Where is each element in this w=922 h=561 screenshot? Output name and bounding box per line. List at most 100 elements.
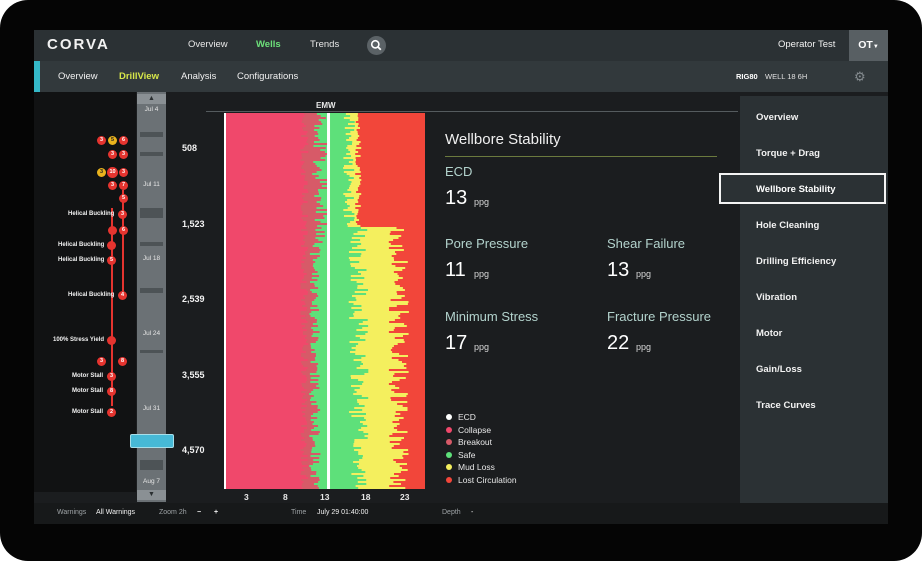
event-badge[interactable]: 7 bbox=[119, 181, 128, 190]
event-label: Helical Buckling bbox=[68, 292, 115, 298]
subnav-drillview[interactable]: DrillView bbox=[119, 71, 159, 82]
legend-swatch bbox=[446, 439, 452, 445]
subnav-overview[interactable]: Overview bbox=[58, 71, 98, 82]
menu-wellbore-stability[interactable]: Wellbore Stability bbox=[719, 173, 886, 204]
event-badge[interactable]: 5 bbox=[107, 256, 116, 265]
x-tick-label: 3 bbox=[244, 492, 249, 502]
warnings-filter[interactable]: All Warnings bbox=[96, 509, 135, 516]
user-menu-button[interactable]: OT▼ bbox=[849, 30, 888, 61]
shear-failure-label: Shear Failure bbox=[607, 236, 686, 251]
event-badge[interactable]: 6 bbox=[119, 226, 128, 235]
panel-title-rule bbox=[445, 156, 717, 157]
minimum-stress-value: 17 bbox=[445, 332, 468, 354]
event-badge[interactable]: 3 bbox=[108, 181, 117, 190]
timeline-date: Jul 24 bbox=[142, 330, 161, 337]
search-button[interactable] bbox=[367, 36, 386, 55]
event-badge[interactable]: 6 bbox=[119, 136, 128, 145]
timeline-drag-handle[interactable] bbox=[130, 434, 174, 448]
x-tick-label: 8 bbox=[283, 492, 288, 502]
shear-failure-unit: ppg bbox=[636, 269, 652, 279]
event-badge[interactable]: 2 bbox=[107, 408, 116, 417]
event-badge[interactable]: 3 bbox=[97, 357, 106, 366]
app-screen: CORVA Overview Wells Trends Operator Tes… bbox=[34, 30, 888, 524]
event-label: Helical Buckling bbox=[58, 242, 105, 248]
event-badge[interactable]: 8 bbox=[107, 387, 116, 396]
legend-label: Mud Loss bbox=[458, 462, 495, 472]
menu-vibration[interactable]: Vibration bbox=[756, 292, 797, 303]
user-initials: OT bbox=[858, 39, 873, 51]
depth-label: 2,539 bbox=[182, 294, 205, 304]
event-badge[interactable] bbox=[107, 336, 116, 345]
depth-status-value: - bbox=[471, 509, 474, 516]
collapse-band bbox=[224, 113, 309, 489]
menu-trace-curves[interactable]: Trace Curves bbox=[756, 400, 816, 411]
timeline-segment bbox=[140, 460, 163, 470]
legend-label: Lost Circulation bbox=[458, 475, 517, 485]
event-badge[interactable]: 5 bbox=[108, 136, 117, 145]
timeline-segment bbox=[140, 288, 163, 293]
fracture-pressure-value: 22 bbox=[607, 332, 630, 354]
legend-label: Safe bbox=[458, 450, 476, 460]
event-badge[interactable] bbox=[107, 241, 116, 250]
legend-swatch bbox=[446, 414, 452, 420]
ecd-value: 13 bbox=[445, 187, 468, 209]
event-badge[interactable]: 3 bbox=[97, 168, 106, 177]
shear-failure-value: 13 bbox=[607, 259, 630, 281]
menu-overview[interactable]: Overview bbox=[756, 112, 798, 123]
subnav-configurations[interactable]: Configurations bbox=[237, 71, 298, 82]
event-badge[interactable]: 3 bbox=[118, 210, 127, 219]
nav-wells[interactable]: Wells bbox=[256, 39, 281, 50]
rig-name: RIG80 bbox=[736, 72, 758, 81]
pore-pressure-label: Pore Pressure bbox=[445, 236, 529, 251]
time-value: July 29 01:40:00 bbox=[317, 509, 369, 516]
arrow-down-icon[interactable]: ▼ bbox=[137, 490, 166, 500]
event-badge[interactable]: 3 bbox=[107, 372, 116, 381]
gear-icon[interactable]: ⚙ bbox=[854, 69, 866, 85]
search-icon bbox=[370, 39, 382, 51]
emw-chart[interactable] bbox=[224, 113, 425, 489]
legend-label: Collapse bbox=[458, 425, 492, 435]
fracture-pressure-label: Fracture Pressure bbox=[607, 309, 712, 324]
nav-overview[interactable]: Overview bbox=[188, 39, 228, 50]
corva-logo[interactable]: CORVA bbox=[47, 36, 110, 53]
event-badge[interactable]: 8 bbox=[118, 357, 127, 366]
depth-label: 1,523 bbox=[182, 219, 205, 229]
user-name[interactable]: Operator Test bbox=[778, 39, 835, 50]
zoom-out-button[interactable]: − bbox=[197, 509, 201, 516]
zoom-in-button[interactable]: + bbox=[214, 509, 218, 516]
nav-trends[interactable]: Trends bbox=[310, 39, 339, 50]
sub-nav-accent bbox=[34, 61, 40, 92]
event-badge[interactable]: 4 bbox=[118, 291, 127, 300]
pore-pressure-value: 11 bbox=[445, 259, 466, 281]
menu-drilling-efficiency[interactable]: Drilling Efficiency bbox=[756, 256, 836, 267]
x-tick-label: 23 bbox=[400, 492, 410, 502]
top-nav-bar: CORVA Overview Wells Trends Operator Tes… bbox=[34, 30, 888, 61]
timeline-date: Aug 7 bbox=[143, 478, 160, 485]
menu-gain-loss[interactable]: Gain/Loss bbox=[756, 364, 802, 375]
event-badge[interactable] bbox=[108, 226, 117, 235]
subnav-analysis[interactable]: Analysis bbox=[181, 71, 216, 82]
event-badge[interactable]: 3 bbox=[119, 168, 128, 177]
event-badge[interactable]: 3 bbox=[97, 136, 106, 145]
zoom-label: Zoom 2h bbox=[159, 509, 187, 516]
warnings-label: Warnings bbox=[57, 509, 87, 516]
event-badge[interactable]: 3 bbox=[108, 150, 117, 159]
menu-motor[interactable]: Motor bbox=[756, 328, 782, 339]
menu-hole-cleaning[interactable]: Hole Cleaning bbox=[756, 220, 819, 231]
legend-label: ECD bbox=[458, 412, 476, 422]
timeline-segment bbox=[140, 132, 163, 137]
well-name: WELL 18 6H bbox=[765, 72, 808, 81]
chart-title: EMW bbox=[316, 101, 336, 110]
menu-torque-drag[interactable]: Torque + Drag bbox=[756, 148, 820, 159]
event-badge[interactable]: 10 bbox=[107, 167, 118, 178]
arrow-up-icon[interactable]: ▲ bbox=[137, 94, 166, 104]
event-badge[interactable]: 3 bbox=[119, 150, 128, 159]
ecd-unit: ppg bbox=[474, 197, 490, 207]
time-label: Time bbox=[291, 509, 307, 516]
sub-nav-bar: Overview DrillView Analysis Configuratio… bbox=[34, 61, 888, 92]
timeline-segment bbox=[140, 350, 163, 353]
x-tick-label: 13 bbox=[320, 492, 330, 502]
event-label: Helical Buckling bbox=[68, 211, 115, 217]
event-badge[interactable]: 5 bbox=[119, 194, 128, 203]
event-label: 100% Stress Yield bbox=[53, 337, 105, 343]
